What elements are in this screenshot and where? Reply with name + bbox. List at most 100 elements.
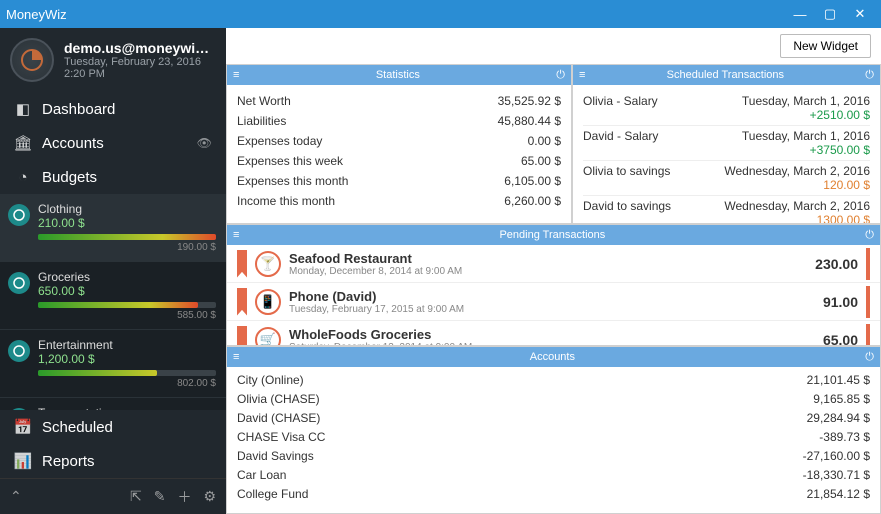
budget-item[interactable]: Transportation 410.00 $ 697.00 $ [0,398,226,410]
pending-transaction[interactable]: 📱 Phone (David)Tuesday, February 17, 2015… [227,283,880,321]
account-name: City (Online) [237,371,304,390]
account-value: 9,165.85 $ [813,390,870,409]
account-name: Car Loan [237,466,286,485]
account-value: 29,284.94 $ [807,409,870,428]
stat-label: Income this month [237,191,335,211]
scheduled-amount: +3750.00 $ [742,143,870,157]
budget-item[interactable]: Clothing 210.00 $ 190.00 $ [0,194,226,262]
sidebar: demo.us@moneywizap... Tuesday, February … [0,28,226,514]
nav-dashboard[interactable]: ◧ Dashboard [0,92,226,126]
stat-value: 6,105.00 $ [504,171,561,191]
titlebar: MoneyWiz — ▢ ✕ [0,0,881,28]
nav-budgets[interactable]: ◔ Budgets [0,160,226,194]
transaction-icon: 🛒 [255,327,281,346]
maximize-button[interactable]: ▢ [815,6,845,22]
budget-name: Groceries [38,270,216,284]
panel-title: Statistics [239,69,556,81]
transaction-amount: 91.00 [823,294,858,310]
account-value: 21,854.12 $ [807,485,870,504]
budget-limit: 190.00 $ [38,242,216,253]
scheduled-name: Olivia to savings [583,164,670,178]
minimize-button[interactable]: — [785,7,815,22]
dashboard-icon: ◧ [14,100,32,118]
transaction-icon: 📱 [255,289,281,315]
scheduled-item[interactable]: David - SalaryTuesday, March 1, 2016+375… [583,126,870,161]
nav-scheduled[interactable]: 📅 Scheduled [0,410,226,444]
scheduled-date: Tuesday, March 1, 2016 [742,94,870,108]
scheduled-amount: +2510.00 $ [742,108,870,122]
settings-icon[interactable]: ⚙ [203,488,216,505]
stat-row: Expenses this month6,105.00 $ [237,171,561,191]
panel-toggle-icon[interactable]: ⏻ [865,69,874,82]
nav-label: Accounts [42,135,104,152]
budget-bar [38,370,216,376]
scheduled-amount: 120.00 $ [724,178,870,192]
nav-accounts[interactable]: 🏛 Accounts 👁 [0,126,226,160]
close-button[interactable]: ✕ [845,6,875,22]
scheduled-item[interactable]: Olivia - Salary Tuesday, March 1, 2016+25… [583,91,870,126]
budget-name: Entertainment [38,338,216,352]
avatar-icon [10,38,54,82]
panel-toggle-icon[interactable]: ⏻ [556,69,565,82]
account-name: Olivia (CHASE) [237,390,320,409]
bookmark-icon [237,326,247,346]
stat-row: Expenses this week 65.00 $ [237,151,561,171]
edit-icon[interactable]: ✎ [154,488,166,505]
budget-item[interactable]: Entertainment 1,200.00 $ 802.00 $ [0,330,226,398]
budget-limit: 802.00 $ [38,378,216,389]
reports-icon: 📊 [14,452,32,470]
stat-value: 0.00 $ [528,131,561,151]
scheduled-name: David to savings [583,199,671,213]
budget-amount: 1,200.00 $ [38,352,216,366]
account-row[interactable]: CHASE Visa CC-389.73 $ [237,428,870,447]
account-row[interactable]: David Savings-27,160.00 $ [237,447,870,466]
export-icon[interactable]: ⇱ [130,488,142,505]
budget-name: Transportation [38,406,216,410]
scheduled-date: Wednesday, March 2, 2016 [724,164,870,178]
eye-icon[interactable]: 👁 [197,136,212,150]
budget-amount: 650.00 $ [38,284,216,298]
account-row[interactable]: Olivia (CHASE) 9,165.85 $ [237,390,870,409]
content-toolbar: New Widget [226,28,881,64]
content-area: New Widget ≡ Statistics ⏻ Net Worth35,52… [226,28,881,514]
transaction-date: Monday, December 8, 2014 at 9:00 AM [289,266,807,277]
account-row[interactable]: College Fund21,854.12 $ [237,485,870,504]
account-row[interactable]: Car Loan-18,330.71 $ [237,466,870,485]
budget-icon [8,408,30,410]
transaction-name: Phone (David) [289,289,815,304]
pending-transaction[interactable]: 🛒WholeFoods GroceriesSaturday, December … [227,321,880,345]
profile-block[interactable]: demo.us@moneywizap... Tuesday, February … [0,28,226,92]
budget-item[interactable]: Groceries 650.00 $ 585.00 $ [0,262,226,330]
transaction-amount: 230.00 [815,256,858,272]
account-name: David Savings [237,447,314,466]
pending-panel: ≡ Pending Transactions ⏻ 🍸Seafood Restau… [226,224,881,346]
stat-label: Expenses this week [237,151,343,171]
scheduled-item[interactable]: David to savings Wednesday, March 2, 2016… [583,196,870,223]
panel-toggle-icon[interactable]: ⏻ [865,229,874,242]
scheduled-amount: 1300.00 $ [724,213,870,223]
nav-reports[interactable]: 📊 Reports [0,444,226,478]
scheduled-item[interactable]: Olivia to savings Wednesday, March 2, 201… [583,161,870,196]
transaction-date: Tuesday, February 17, 2015 at 9:00 AM [289,304,815,315]
stat-value: 65.00 $ [521,151,561,171]
transaction-marker [866,286,870,318]
account-row[interactable]: David (CHASE)29,284.94 $ [237,409,870,428]
stat-value: 6,260.00 $ [504,191,561,211]
scheduled-date: Wednesday, March 2, 2016 [724,199,870,213]
add-icon[interactable]: ＋ [177,487,191,507]
new-widget-button[interactable]: New Widget [780,34,871,58]
account-row[interactable]: City (Online) 21,101.45 $ [237,371,870,390]
collapse-icon[interactable]: ⌃ [10,488,22,505]
profile-datetime: Tuesday, February 23, 2016 2:20 PM [64,56,216,80]
nav-label: Budgets [42,169,97,186]
budget-icon [8,272,30,294]
nav-label: Reports [42,453,95,470]
scheduled-name: Olivia - Salary [583,94,658,108]
nav-label: Dashboard [42,101,115,118]
sidebar-footer: ⌃ ⇱ ✎ ＋ ⚙ [0,478,226,514]
pending-transaction[interactable]: 🍸Seafood RestaurantMonday, December 8, 2… [227,245,880,283]
account-value: 21,101.45 $ [807,371,870,390]
panel-toggle-icon[interactable]: ⏻ [865,351,874,364]
panel-title: Accounts [239,351,865,363]
budget-name: Clothing [38,202,216,216]
